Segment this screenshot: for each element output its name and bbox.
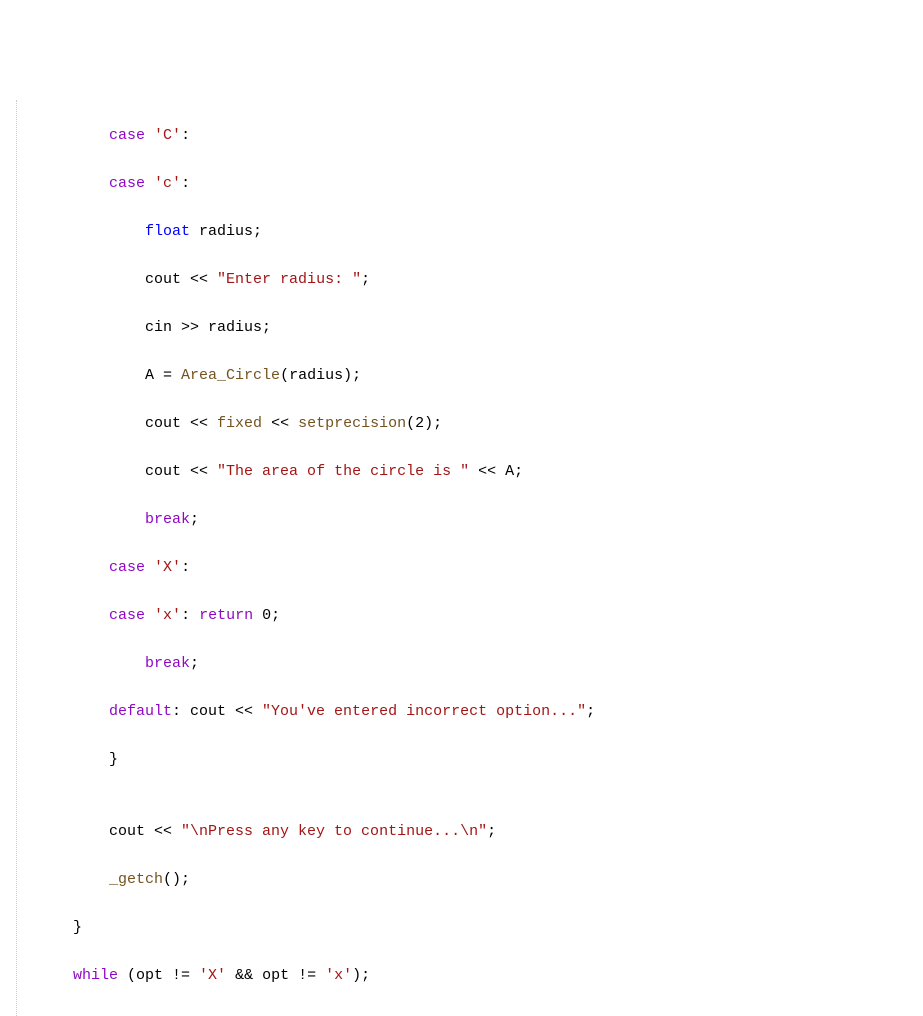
code-editor[interactable]: case 'C': case 'c': float radius; cout <… (16, 100, 923, 1016)
code-line: break; (37, 652, 923, 676)
code-line: default: cout << "You've entered incorre… (37, 700, 923, 724)
code-line: cout << fixed << setprecision(2); (37, 412, 923, 436)
code-line: break; (37, 508, 923, 532)
code-line: float radius; (37, 220, 923, 244)
code-line: } (37, 748, 923, 772)
code-line: cout << "\nThank you for using the progr… (37, 1012, 923, 1016)
code-line: A = Area_Circle(radius); (37, 364, 923, 388)
code-line: cout << "The area of the circle is " << … (37, 460, 923, 484)
code-line: case 'c': (37, 172, 923, 196)
code-line: case 'X': (37, 556, 923, 580)
code-line: _getch(); (37, 868, 923, 892)
code-line: case 'C': (37, 124, 923, 148)
code-line: while (opt != 'X' && opt != 'x'); (37, 964, 923, 988)
code-line: case 'x': return 0; (37, 604, 923, 628)
code-line: } (37, 916, 923, 940)
code-line: cout << "Enter radius: "; (37, 268, 923, 292)
code-line: cin >> radius; (37, 316, 923, 340)
code-line: cout << "\nPress any key to continue...\… (37, 820, 923, 844)
